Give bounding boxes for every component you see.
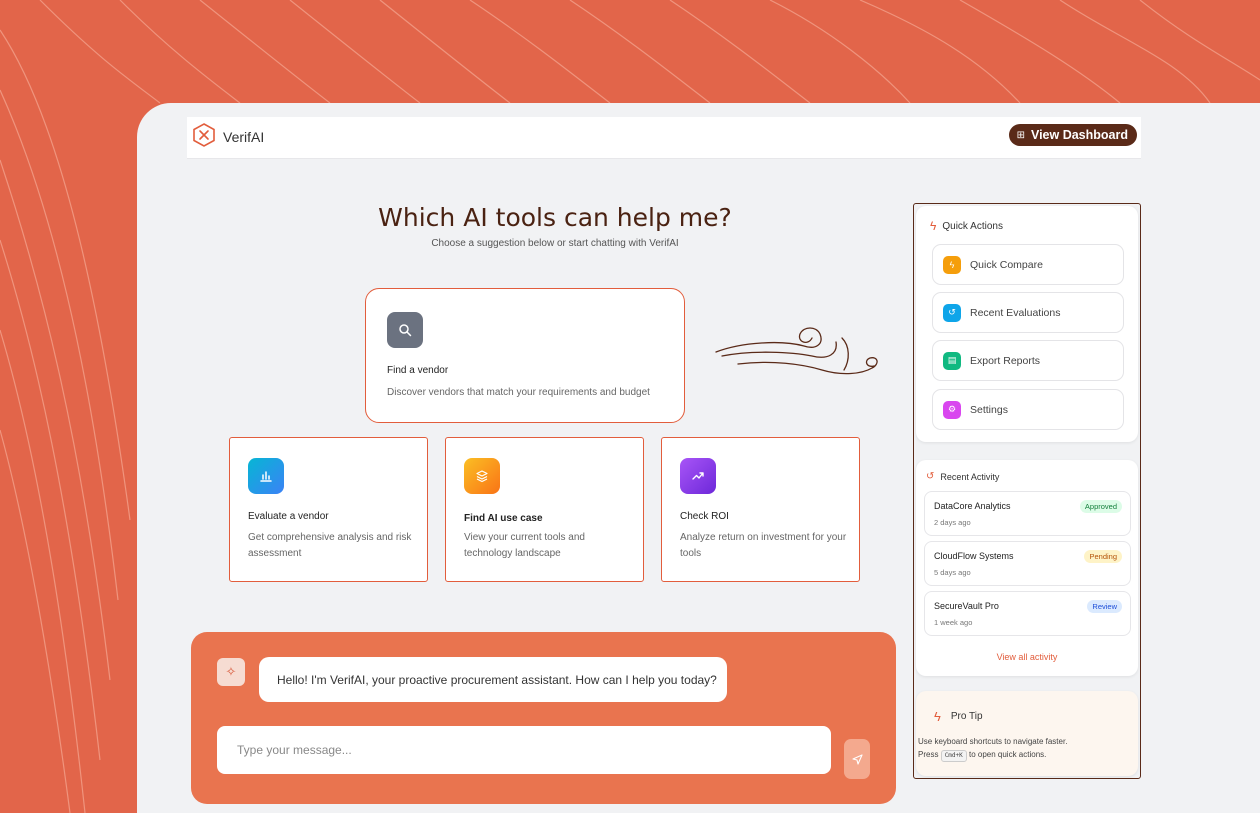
status-badge: Pending — [1084, 550, 1122, 563]
gear-icon: ⚙ — [943, 400, 961, 419]
file-icon: ▤ — [943, 351, 961, 370]
recent-activity-title: Recent Activity — [940, 471, 1000, 482]
trending-up-icon — [680, 458, 716, 494]
send-icon — [851, 753, 863, 765]
activity-item[interactable]: SecureVault Pro 1 week ago Review — [924, 591, 1131, 636]
bolt-icon: ϟ — [930, 219, 937, 233]
sparkle-bot-icon: ✧ — [217, 658, 245, 686]
message-input[interactable] — [217, 726, 831, 774]
export-reports-button[interactable]: ▤ Export Reports — [932, 340, 1124, 381]
verifai-logo-icon — [193, 123, 215, 147]
quick-actions-header: ϟ Quick Actions — [930, 219, 1003, 233]
view-all-activity-link[interactable]: View all activity — [913, 652, 1141, 662]
card-evaluate-vendor[interactable]: Evaluate a vendor Get comprehensive anal… — [229, 437, 428, 582]
recent-activity-header: ↺ Recent Activity — [926, 471, 999, 482]
bolt-icon: ϟ — [943, 255, 961, 274]
status-badge: Review — [1087, 600, 1122, 613]
card-description: View your current tools and technology l… — [464, 532, 585, 559]
activity-item[interactable]: CloudFlow Systems 5 days ago Pending — [924, 541, 1131, 586]
quick-action-label: Export Reports — [970, 354, 1041, 367]
pro-tip-press: Press — [918, 750, 939, 759]
pro-tip-suffix: to open quick actions. — [968, 750, 1047, 759]
quick-action-label: Recent Evaluations — [970, 306, 1061, 319]
pro-tip-line: Use keyboard shortcuts to navigate faste… — [918, 737, 1068, 746]
card-description: Get comprehensive analysis and risk asse… — [248, 532, 412, 559]
card-title: Check ROI — [680, 511, 729, 522]
layers-icon — [464, 458, 500, 494]
shortcut-key: Cmd+K — [940, 750, 967, 762]
view-dashboard-button[interactable]: ⊞ View Dashboard — [1008, 124, 1137, 146]
activity-name: CloudFlow Systems — [934, 551, 1014, 561]
pro-tip-header: ϟ Pro Tip — [934, 709, 983, 724]
pro-tip-panel: ϟ Pro Tip Use keyboard shortcuts to navi… — [916, 691, 1138, 776]
activity-time: 2 days ago — [934, 518, 971, 527]
send-button[interactable] — [844, 739, 870, 779]
quick-action-label: Settings — [970, 403, 1008, 416]
quick-compare-button[interactable]: ϟ Quick Compare — [932, 244, 1124, 285]
activity-item[interactable]: DataCore Analytics 2 days ago Approved — [924, 491, 1131, 536]
quick-actions-title: Quick Actions — [942, 220, 1003, 232]
quick-actions-panel: ϟ Quick Actions ϟ Quick Compare ↺ Recent… — [916, 206, 1138, 442]
top-bar: VerifAI ⊞ View Dashboard — [187, 117, 1141, 159]
card-find-ai-use-case[interactable]: Find AI use case View your current tools… — [445, 437, 644, 582]
activity-name: SecureVault Pro — [934, 601, 999, 611]
brand-name: VerifAI — [223, 129, 265, 145]
page-title: Which AI tools can help me? — [378, 203, 732, 232]
recent-activity-panel: ↺ Recent Activity DataCore Analytics 2 d… — [916, 460, 1138, 676]
history-icon: ↺ — [943, 303, 961, 322]
card-title: Evaluate a vendor — [248, 511, 329, 522]
assistant-message: Hello! I'm VerifAI, your proactive procu… — [259, 657, 727, 702]
activity-name: DataCore Analytics — [934, 501, 1011, 511]
quick-action-label: Quick Compare — [970, 258, 1043, 271]
card-description: Analyze return on investment for your to… — [680, 532, 847, 559]
card-find-vendor[interactable]: Find a vendor Discover vendors that matc… — [365, 288, 685, 423]
recent-evaluations-button[interactable]: ↺ Recent Evaluations — [932, 292, 1124, 333]
lightning-icon: ϟ — [934, 709, 941, 724]
grid-icon: ⊞ — [1016, 129, 1025, 141]
pro-tip-title: Pro Tip — [950, 711, 983, 722]
card-description: Discover vendors that match your require… — [387, 387, 650, 398]
bar-chart-icon — [248, 458, 284, 494]
chat-panel: ✧ Hello! I'm VerifAI, your proactive pro… — [191, 632, 896, 804]
pro-tip-text: Use keyboard shortcuts to navigate faste… — [918, 735, 1118, 762]
activity-time: 5 days ago — [934, 568, 971, 577]
card-title: Find a vendor — [387, 365, 449, 376]
settings-button[interactable]: ⚙ Settings — [932, 389, 1124, 430]
card-title: Find AI use case — [464, 513, 543, 524]
wind-swirl-decoration — [715, 327, 878, 375]
status-badge: Approved — [1079, 500, 1122, 513]
history-icon: ↺ — [926, 471, 935, 482]
activity-time: 1 week ago — [934, 618, 973, 627]
card-check-roi[interactable]: Check ROI Analyze return on investment f… — [661, 437, 860, 582]
view-dashboard-label: View Dashboard — [1030, 128, 1128, 142]
sidebar: ϟ Quick Actions ϟ Quick Compare ↺ Recent… — [913, 203, 1141, 779]
search-icon — [387, 312, 423, 348]
page-subtitle: Choose a suggestion below or start chatt… — [431, 238, 679, 249]
